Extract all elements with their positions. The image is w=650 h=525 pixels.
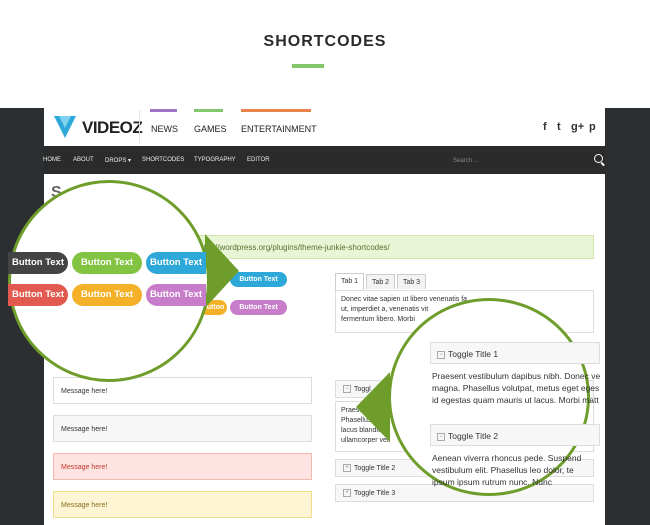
collapse-icon: − — [437, 350, 445, 359]
zoom-pointer-right — [205, 234, 239, 308]
message-box-warning: Message here! — [53, 491, 312, 518]
message-box-info: Message here! — [53, 415, 312, 442]
zoom-button-blue[interactable]: Button Text — [146, 252, 206, 274]
menu-typography[interactable]: TYPOGRAPHY — [194, 157, 236, 163]
toggle-2-label: Toggle Title 2 — [354, 465, 396, 472]
nav-entertainment[interactable]: ENTERTAINMENT — [241, 124, 317, 134]
collapse-icon: − — [437, 432, 445, 441]
zoom-button-red[interactable]: Button Text — [8, 284, 68, 306]
heading-underline — [292, 64, 324, 68]
menu-drops[interactable]: DROPS ▾ — [105, 157, 131, 164]
zoom-toggle-2-body: Aenean viverra rhoncus pede. Suspend ves… — [432, 452, 612, 488]
menu-editor[interactable]: EDITOR — [247, 157, 270, 163]
zoom-toggle-2[interactable]: − Toggle Title 2 — [430, 424, 600, 446]
message-box-error: Message here! — [53, 453, 312, 480]
site-logo[interactable]: VIDEOZ — [82, 118, 143, 138]
menu-about[interactable]: ABOUT — [73, 157, 94, 163]
notice-box: tall http://wordpress.org/plugins/theme-… — [186, 235, 594, 259]
twitter-icon[interactable]: t — [557, 121, 561, 133]
zoom-body-line: vestibulum elit. Phasellus leo dolor, te — [432, 465, 574, 475]
toggle-3-label: Toggle Title 3 — [354, 490, 396, 497]
zoom-body-line: Aenean viverra rhoncus pede. Suspend — [432, 453, 582, 463]
zoom-body-line: ipsum ipsum rutrum nunc. Nunc — [432, 477, 552, 487]
search-icon[interactable] — [594, 154, 603, 163]
zoom-button-dark[interactable]: Button Text — [8, 252, 68, 274]
zoom-toggle-1-label: Toggle Title 1 — [448, 349, 499, 359]
zoom-body-line: id egestas quam mauris ut lacus. Morbi m… — [432, 395, 599, 405]
zoom-button-purple[interactable]: Button Text — [146, 284, 206, 306]
nav-accent-news — [150, 109, 177, 112]
expand-icon: + — [343, 464, 351, 473]
tab-3[interactable]: Tab 3 — [397, 274, 426, 289]
zoom-circle-buttons — [8, 180, 210, 382]
pinterest-icon[interactable]: p — [589, 121, 596, 133]
menu-shortcodes[interactable]: SHORTCODES — [142, 157, 184, 163]
zoom-button-yellow[interactable]: Button Text — [72, 284, 142, 306]
page-heading: SHORTCODES — [263, 33, 387, 50]
zoom-toggle-2-label: Toggle Title 2 — [448, 431, 499, 441]
tab-2[interactable]: Tab 2 — [366, 274, 395, 289]
google-plus-icon[interactable]: g+ — [571, 121, 584, 133]
zoom-body-line: Praesent vestibulum dapibus nibh. Donec … — [432, 371, 601, 381]
nav-divider — [139, 110, 140, 144]
expand-icon: + — [343, 489, 351, 498]
zoom-button-green[interactable]: Button Text — [72, 252, 142, 274]
tab-text-line: Donec vitae sapien ut libero venenatis f… — [341, 296, 468, 303]
tab-1[interactable]: Tab 1 — [335, 273, 364, 290]
nav-games[interactable]: GAMES — [194, 124, 227, 134]
zoom-pointer-left — [356, 372, 390, 442]
nav-accent-games — [194, 109, 223, 112]
zoom-toggle-1[interactable]: − Toggle Title 1 — [430, 342, 600, 364]
tab-text-line: fermentum libero. Morbi — [341, 316, 415, 323]
logo-icon-inner — [59, 116, 71, 128]
menu-home[interactable]: HOME — [43, 157, 61, 163]
collapse-icon: − — [343, 385, 351, 394]
zoom-toggle-1-body: Praesent vestibulum dapibus nibh. Donec … — [432, 370, 612, 406]
message-box-default: Message here! — [53, 377, 312, 404]
search-input[interactable]: Search ... — [453, 158, 479, 164]
tab-text-line: ut, imperdiet a, venenatis vit — [341, 306, 429, 313]
nav-news[interactable]: NEWS — [151, 124, 178, 134]
facebook-icon[interactable]: f — [543, 121, 547, 133]
nav-accent-entertainment — [241, 109, 311, 112]
zoom-body-line: magna. Phasellus volutpat, metus eget eg… — [432, 383, 600, 393]
